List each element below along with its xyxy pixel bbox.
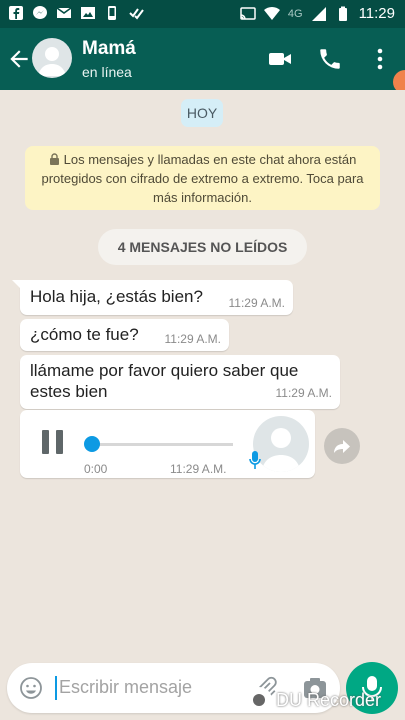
message-time: 11:29 A.M.	[164, 332, 221, 346]
message-input[interactable]: Escribir mensaje	[59, 677, 192, 698]
unread-banner: 4 MENSAJES NO LEÍDOS	[98, 229, 307, 265]
system-icons: 4G 11:29	[240, 5, 395, 22]
phone-notification-icon	[104, 5, 120, 21]
image-icon	[80, 5, 96, 21]
voice-mic-icon	[248, 450, 262, 470]
recorder-logo-icon	[246, 687, 272, 713]
clock: 11:29	[358, 5, 395, 22]
video-call-icon[interactable]	[267, 46, 293, 72]
message-time: 11:29 A.M.	[275, 386, 332, 400]
back-arrow-icon[interactable]	[6, 46, 32, 72]
audio-progress-track[interactable]	[91, 443, 233, 446]
voice-note-bubble[interactable]: 0:00 11:29 A.M.	[20, 410, 315, 478]
signal-icon	[311, 6, 327, 22]
contact-status: en línea	[82, 64, 132, 80]
voice-call-icon[interactable]	[317, 46, 343, 72]
encryption-notice-text: Los mensajes y llamadas en este chat aho…	[41, 152, 364, 205]
battery-icon	[335, 6, 351, 22]
message-bubble[interactable]: llámame por favor quiero saber que estes…	[20, 355, 340, 409]
encryption-notice[interactable]: Los mensajes y llamadas en este chat aho…	[25, 146, 380, 210]
checklist-icon	[128, 5, 144, 21]
voice-note-time: 11:29 A.M.	[170, 462, 227, 476]
network-type: 4G	[287, 7, 303, 20]
facebook-icon	[8, 5, 24, 21]
message-text: Hola hija, ¿estás bien?	[30, 287, 203, 306]
message-bubble[interactable]: ¿cómo te fue? 11:29 A.M.	[20, 319, 229, 351]
message-text: ¿cómo te fue?	[30, 325, 139, 344]
text-cursor	[55, 676, 57, 700]
lock-icon	[49, 151, 60, 165]
gmail-icon	[56, 5, 72, 21]
audio-seek-handle[interactable]	[84, 436, 100, 452]
message-bubble[interactable]: Hola hija, ¿estás bien? 11:29 A.M.	[12, 280, 293, 315]
contact-avatar[interactable]	[32, 38, 72, 78]
chat-header: Mamá en línea	[0, 28, 405, 90]
status-bar: 4G 11:29	[0, 0, 405, 28]
pause-icon[interactable]	[42, 430, 66, 454]
chat-area: HOY Los mensajes y llamadas en este chat…	[0, 90, 405, 720]
cast-icon	[240, 6, 256, 22]
watermark-text: DU Recorder	[276, 689, 382, 710]
message-time: 11:29 A.M.	[228, 296, 285, 310]
emoji-icon[interactable]	[19, 676, 43, 700]
date-chip: HOY	[181, 99, 223, 127]
contact-name[interactable]: Mamá	[82, 38, 136, 60]
notification-icons	[8, 5, 144, 21]
recorder-watermark: DU Recorder	[246, 687, 381, 713]
messenger-icon	[32, 5, 48, 21]
forward-button[interactable]	[324, 428, 360, 464]
wifi-icon	[263, 6, 280, 22]
forward-icon	[334, 440, 350, 453]
voice-note-duration: 0:00	[84, 462, 108, 476]
more-options-icon[interactable]	[367, 46, 393, 72]
